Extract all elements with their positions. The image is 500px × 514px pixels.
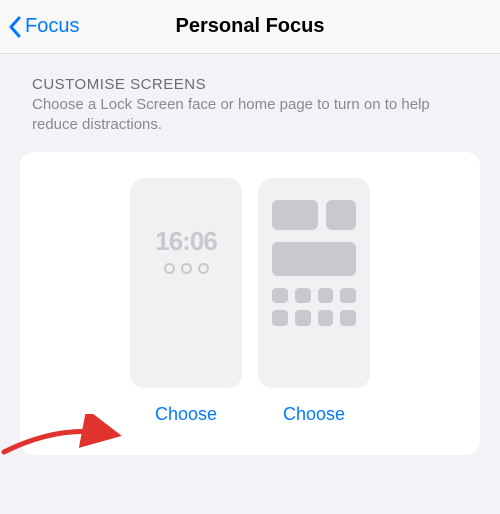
widget-placeholder-icon	[272, 200, 318, 230]
page-title: Personal Focus	[176, 15, 325, 38]
app-grid	[272, 288, 356, 327]
navbar: Focus Personal Focus	[0, 0, 500, 54]
app-placeholder-icon	[272, 310, 288, 326]
section-heading: CUSTOMISE SCREENS	[32, 76, 468, 93]
app-placeholder-icon	[340, 288, 356, 304]
dot-icon	[181, 263, 192, 274]
back-label: Focus	[25, 15, 79, 38]
app-placeholder-icon	[326, 200, 356, 230]
choose-home-button[interactable]: Choose	[283, 404, 345, 425]
dot-icon	[164, 263, 175, 274]
lock-pager-dots	[164, 263, 209, 274]
preview-row: 16:06 Choose	[48, 178, 452, 425]
app-placeholder-icon	[272, 288, 288, 304]
home-preview-content	[258, 178, 370, 327]
lock-screen-column: 16:06 Choose	[130, 178, 242, 425]
app-placeholder-icon	[340, 310, 356, 326]
chevron-left-icon	[8, 16, 23, 38]
dot-icon	[198, 263, 209, 274]
lock-screen-preview[interactable]: 16:06	[130, 178, 242, 388]
back-button[interactable]: Focus	[8, 15, 79, 38]
app-placeholder-icon	[295, 288, 311, 304]
lock-time: 16:06	[155, 226, 217, 257]
app-placeholder-icon	[295, 310, 311, 326]
app-placeholder-icon	[318, 310, 334, 326]
home-screen-column: Choose	[258, 178, 370, 425]
app-placeholder-icon	[318, 288, 334, 304]
section-description: Choose a Lock Screen face or home page t…	[32, 95, 468, 136]
choose-lock-button[interactable]: Choose	[155, 404, 217, 425]
home-top-row	[272, 200, 356, 230]
customise-card: 16:06 Choose	[20, 152, 480, 455]
widget-placeholder-icon	[272, 242, 356, 276]
home-screen-preview[interactable]	[258, 178, 370, 388]
section-header: CUSTOMISE SCREENS Choose a Lock Screen f…	[0, 54, 500, 142]
